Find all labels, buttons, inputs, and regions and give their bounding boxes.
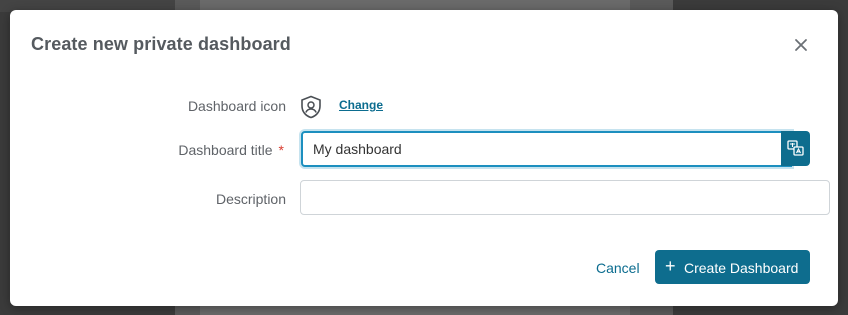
description-input[interactable] [300, 180, 830, 215]
cancel-button[interactable]: Cancel [596, 260, 640, 276]
create-dashboard-button[interactable]: + Create Dashboard [655, 250, 810, 284]
close-icon [795, 39, 807, 51]
required-marker: * [278, 142, 284, 158]
dashboard-title-input[interactable] [301, 131, 792, 167]
plus-icon: + [665, 256, 676, 276]
user-shield-icon [300, 95, 322, 119]
translate-button[interactable] [781, 131, 810, 166]
description-label: Description [215, 191, 286, 207]
translate-icon [787, 140, 804, 156]
change-icon-link[interactable]: Change [339, 98, 383, 112]
dashboard-title-label-text: Dashboard title [178, 142, 273, 158]
create-dashboard-label: Create Dashboard [684, 260, 799, 276]
dashboard-icon-label: Dashboard icon [187, 98, 286, 114]
dashboard-title-label: Dashboard title * [178, 142, 284, 158]
close-button[interactable] [793, 37, 809, 53]
create-dashboard-dialog: Create new private dashboard Dashboard i… [10, 10, 838, 306]
dialog-title: Create new private dashboard [31, 34, 291, 54]
